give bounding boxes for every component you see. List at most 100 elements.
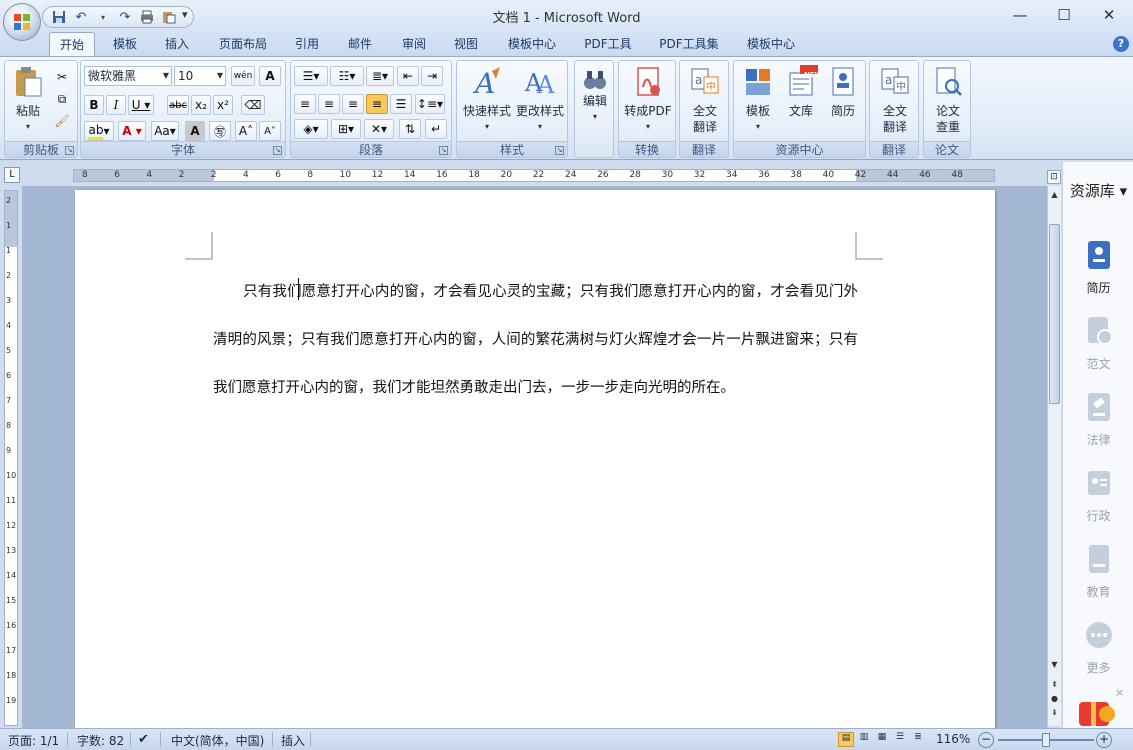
copy-icon[interactable]: ⧉: [51, 89, 73, 109]
align-left-button[interactable]: ≡: [294, 94, 316, 114]
help-icon[interactable]: ?: [1113, 36, 1129, 52]
close-button[interactable]: ✕: [1087, 4, 1131, 26]
full-translate-button[interactable]: a中 全文 翻译: [682, 65, 728, 135]
tab-template-center[interactable]: 模板中心: [498, 32, 566, 56]
status-page[interactable]: 页面: 1/1: [8, 732, 59, 749]
font-name-combo[interactable]: 微软雅黑 ▼: [84, 66, 172, 86]
office-button[interactable]: [3, 3, 41, 41]
zoom-out-icon[interactable]: −: [978, 732, 994, 748]
shading-button[interactable]: ◈▾: [294, 119, 328, 139]
enclose-char-button[interactable]: ㊢: [209, 121, 231, 141]
tab-pdf-toolset[interactable]: PDF工具集: [650, 32, 728, 56]
clear-format-button[interactable]: ⌫: [241, 95, 265, 115]
tab-pdf-tools[interactable]: PDF工具: [576, 32, 640, 56]
proofing-icon[interactable]: ✔: [138, 732, 149, 747]
resource-panel-title[interactable]: 资源库 ▾: [1063, 180, 1133, 201]
reading-view-icon[interactable]: ▥: [856, 732, 872, 747]
increase-indent-button[interactable]: ⇥: [421, 66, 443, 86]
grow-font-button[interactable]: A˄: [235, 121, 257, 141]
change-styles-button[interactable]: AA 更改样式 ▾: [513, 65, 567, 135]
tab-review[interactable]: 审阅: [392, 32, 436, 56]
next-page-icon[interactable]: ⇟: [1049, 708, 1060, 720]
tab-mailings[interactable]: 邮件: [338, 32, 382, 56]
panel-item-resume[interactable]: 简历: [1063, 240, 1133, 296]
scroll-up-icon[interactable]: ▲: [1049, 190, 1060, 202]
edit-button[interactable]: 编辑 ▾: [577, 67, 613, 125]
distributed-button[interactable]: ☰: [390, 94, 412, 114]
bold-button[interactable]: B: [84, 95, 104, 115]
tab-home[interactable]: 开始: [49, 32, 95, 56]
paragraph-launcher-icon[interactable]: ↘: [439, 146, 448, 155]
shrink-font-button[interactable]: A˅: [259, 121, 281, 141]
sort-button[interactable]: ⇅: [399, 119, 421, 139]
status-words[interactable]: 字数: 82: [77, 732, 124, 749]
horizontal-ruler[interactable]: 8 6 4 2 2 4 6 8 10 12 14 16 18 20 22 24 26 28 30 32 34 36 38 40…: [73, 169, 995, 182]
panel-item-admin[interactable]: 行政: [1063, 468, 1133, 524]
full-translate-button-2[interactable]: a中 全文 翻译: [872, 65, 918, 135]
font-launcher-icon[interactable]: ↘: [273, 146, 282, 155]
gift-promo-icon[interactable]: [1073, 692, 1121, 728]
tab-template[interactable]: 模板: [104, 32, 146, 56]
document-body-text[interactable]: 只有我们愿意打开心内的窗，才会看见心灵的宝藏；只有我们愿意打开心内的窗，才会看见…: [213, 268, 858, 412]
zoom-level[interactable]: 116%: [936, 732, 970, 746]
paste-button[interactable]: 粘贴 ▾: [9, 65, 47, 135]
panel-item-law[interactable]: 法律: [1063, 392, 1133, 448]
template-button[interactable]: 模板 ▾: [736, 65, 780, 135]
resume-button[interactable]: 简历: [822, 65, 864, 119]
font-size-combo[interactable]: 10 ▼: [174, 66, 226, 86]
tab-template-center-2[interactable]: 模板中心: [737, 32, 805, 56]
tab-insert[interactable]: 插入: [155, 32, 199, 56]
bullets-button[interactable]: ☰▾: [294, 66, 328, 86]
char-shading-button[interactable]: A: [185, 121, 205, 141]
subscript-button[interactable]: x₂: [191, 95, 211, 115]
phonetic-guide-button[interactable]: wén: [231, 66, 255, 86]
tab-page-layout[interactable]: 页面布局: [210, 32, 276, 56]
zoom-slider-thumb[interactable]: [1042, 733, 1050, 747]
draft-view-icon[interactable]: ≣: [910, 732, 926, 747]
prev-page-icon[interactable]: ⇞: [1049, 680, 1060, 692]
convert-pdf-button[interactable]: 转成PDF ▾: [621, 65, 675, 135]
quick-styles-button[interactable]: A 快速样式 ▾: [460, 65, 514, 135]
web-layout-view-icon[interactable]: ▦: [874, 732, 890, 747]
superscript-button[interactable]: x²: [213, 95, 233, 115]
strikethrough-button[interactable]: abc: [167, 95, 189, 115]
numbering-button[interactable]: ☷▾: [330, 66, 364, 86]
char-border-button[interactable]: A: [259, 66, 281, 86]
scroll-thumb[interactable]: [1049, 224, 1060, 404]
status-mode[interactable]: 插入: [281, 732, 305, 749]
tab-view[interactable]: 视图: [444, 32, 488, 56]
chinese-layout-button[interactable]: ✕▾: [364, 119, 394, 139]
multilevel-list-button[interactable]: ≣▾: [366, 66, 394, 86]
view-ruler-icon[interactable]: ⊡: [1047, 170, 1061, 184]
highlight-button[interactable]: ab ▾: [84, 121, 114, 141]
browse-object-icon[interactable]: ●: [1049, 694, 1060, 706]
decrease-indent-button[interactable]: ⇤: [397, 66, 419, 86]
borders-button[interactable]: ⊞▾: [331, 119, 361, 139]
italic-button[interactable]: I: [106, 95, 126, 115]
align-center-button[interactable]: ≡: [318, 94, 340, 114]
zoom-in-icon[interactable]: +: [1096, 732, 1112, 748]
underline-button[interactable]: U ▾: [128, 95, 154, 115]
library-button[interactable]: NEW 文库: [780, 65, 822, 119]
maximize-button[interactable]: ☐: [1042, 4, 1086, 26]
document-page[interactable]: 只有我们愿意打开心内的窗，才会看见心灵的宝藏；只有我们愿意打开心内的窗，才会看见…: [75, 190, 995, 728]
show-marks-button[interactable]: ↵: [425, 119, 447, 139]
align-right-button[interactable]: ≡: [342, 94, 364, 114]
print-layout-view-icon[interactable]: ▤: [838, 732, 854, 747]
cut-icon[interactable]: ✂: [51, 67, 73, 87]
scroll-down-icon[interactable]: ▼: [1049, 660, 1060, 672]
styles-launcher-icon[interactable]: ↘: [555, 146, 564, 155]
panel-item-education[interactable]: 教育: [1063, 544, 1133, 600]
panel-item-more[interactable]: 更多: [1063, 620, 1133, 676]
vertical-ruler[interactable]: 2 1 1 2 3 4 5 6 7 8 9 10 11 12 13 14 15 16 17 18 19: [4, 190, 18, 726]
line-spacing-button[interactable]: ↕≡▾: [415, 94, 445, 114]
tab-references[interactable]: 引用: [286, 32, 328, 56]
outline-view-icon[interactable]: ☰: [892, 732, 908, 747]
tab-selector-icon[interactable]: L: [4, 167, 20, 183]
vertical-scrollbar[interactable]: ▲ ▼ ⇞ ● ⇟: [1047, 186, 1061, 726]
font-color-button[interactable]: A ▾: [118, 121, 146, 141]
format-painter-icon[interactable]: 🖌: [51, 111, 73, 131]
minimize-button[interactable]: —: [998, 4, 1042, 26]
status-language[interactable]: 中文(简体，中国): [171, 732, 264, 749]
change-case-button[interactable]: Aa ▾: [151, 121, 179, 141]
